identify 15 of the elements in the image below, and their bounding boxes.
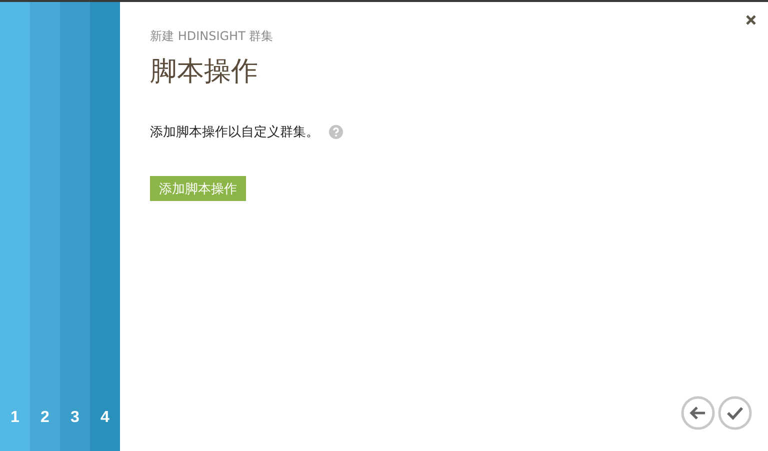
back-button[interactable] <box>681 396 715 430</box>
wizard-step[interactable]: 3 <box>60 2 90 451</box>
wizard-step[interactable]: 2 <box>30 2 60 451</box>
dialog-subtitle: 新建 HDINSIGHT 群集 <box>150 28 274 45</box>
step-number: 2 <box>40 409 50 427</box>
dialog-title: 脚本操作 <box>150 55 259 88</box>
step-number: 1 <box>10 409 20 427</box>
add-script-action-button[interactable]: 添加脚本操作 <box>150 176 246 201</box>
finish-button[interactable] <box>718 396 752 430</box>
wizard-step[interactable]: 1 <box>0 2 30 451</box>
wizard-step[interactable]: 4 <box>90 2 120 451</box>
close-icon[interactable] <box>746 15 756 25</box>
step-number: 3 <box>70 409 80 427</box>
step-number: 4 <box>100 409 110 427</box>
description-text: 添加脚本操作以自定义群集。 <box>150 124 319 141</box>
